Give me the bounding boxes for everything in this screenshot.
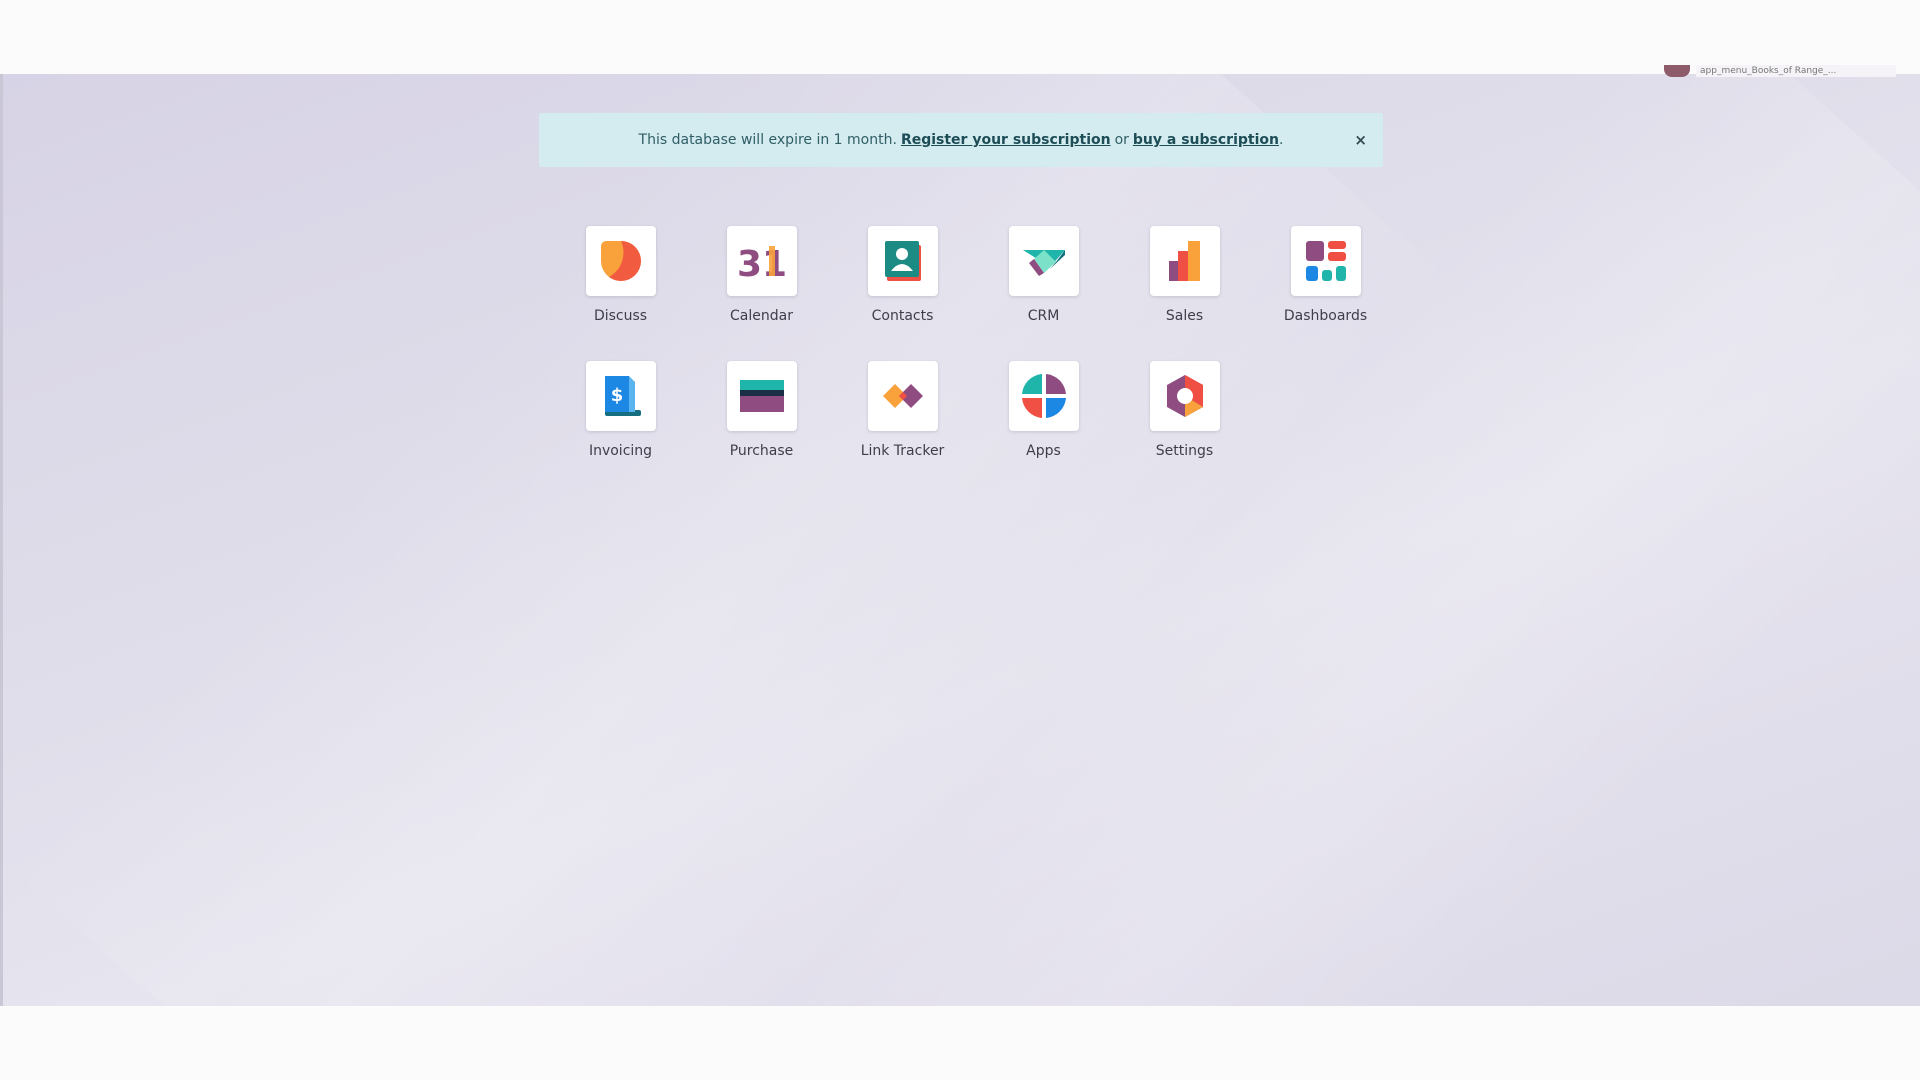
app-crm[interactable]: CRM — [973, 226, 1114, 324]
app-purchase[interactable]: Purchase — [691, 361, 832, 459]
user-name[interactable]: app_menu_Books_of Range_... — [1696, 65, 1896, 77]
app-tile[interactable] — [1008, 226, 1079, 296]
banner-message: This database will expire in 1 month. — [638, 132, 897, 148]
home-menu-background — [0, 74, 1920, 1006]
banner-period: . — [1278, 132, 1284, 148]
app-tile[interactable] — [726, 361, 797, 431]
dashboards-icon — [1305, 241, 1346, 281]
app-tile[interactable] — [867, 226, 938, 296]
app-label: Discuss — [593, 308, 648, 324]
app-label: Dashboards — [1283, 308, 1368, 324]
app-label: Contacts — [871, 308, 934, 324]
discuss-icon — [600, 241, 641, 281]
apps-icon — [1021, 374, 1066, 418]
app-label: Settings — [1155, 443, 1214, 459]
app-label: Link Tracker — [860, 443, 945, 459]
calendar-icon-number: 31 — [738, 244, 786, 285]
app-tile[interactable] — [585, 226, 656, 296]
banner-or: or — [1114, 132, 1129, 148]
settings-icon — [1166, 375, 1203, 417]
app-contacts[interactable]: Contacts — [832, 226, 973, 324]
app-tile[interactable] — [867, 361, 938, 431]
app-tile[interactable] — [1149, 361, 1220, 431]
app-label: Invoicing — [588, 443, 653, 459]
app-link-tracker[interactable]: Link Tracker — [832, 361, 973, 459]
app-tile[interactable]: 31 — [726, 226, 797, 296]
app-tile[interactable] — [1149, 226, 1220, 296]
app-tile[interactable] — [1008, 361, 1079, 431]
invoicing-icon: $ — [604, 376, 641, 416]
app-apps[interactable]: Apps — [973, 361, 1114, 459]
app-label: Apps — [1026, 443, 1061, 459]
app-tile[interactable]: $ — [585, 361, 656, 431]
register-subscription-link[interactable]: Register your subscription — [901, 132, 1111, 148]
app-label: Purchase — [729, 443, 794, 459]
invoicing-icon-symbol: $ — [610, 385, 623, 406]
user-menu[interactable]: app_menu_Books_of Range_... — [1664, 64, 1896, 78]
close-icon[interactable]: × — [1354, 131, 1367, 149]
calendar-icon: 31 — [738, 244, 786, 285]
contacts-icon — [884, 241, 921, 281]
app-sales[interactable]: Sales — [1114, 226, 1255, 324]
crm-icon — [1022, 250, 1065, 276]
app-settings[interactable]: Settings — [1114, 361, 1255, 459]
sales-icon — [1168, 241, 1200, 281]
app-label: Calendar — [730, 308, 793, 324]
database-expiration-banner: This database will expire in 1 month. Re… — [539, 113, 1383, 167]
app-dashboards[interactable]: Dashboards — [1255, 226, 1396, 324]
app-tile[interactable] — [1290, 226, 1361, 296]
app-discuss[interactable]: Discuss — [550, 226, 691, 324]
app-grid: Discuss 31 Calendar Contacts CRM Sales D… — [550, 226, 1404, 459]
purchase-icon — [739, 380, 784, 412]
app-label: CRM — [1027, 308, 1060, 324]
buy-subscription-link[interactable]: buy a subscription — [1133, 132, 1279, 148]
app-label: Sales — [1165, 308, 1204, 324]
window-left-edge — [0, 74, 3, 1006]
app-calendar[interactable]: 31 Calendar — [691, 226, 832, 324]
user-avatar[interactable] — [1664, 65, 1690, 77]
link-tracker-icon — [882, 384, 923, 408]
app-invoicing[interactable]: $ Invoicing — [550, 361, 691, 459]
